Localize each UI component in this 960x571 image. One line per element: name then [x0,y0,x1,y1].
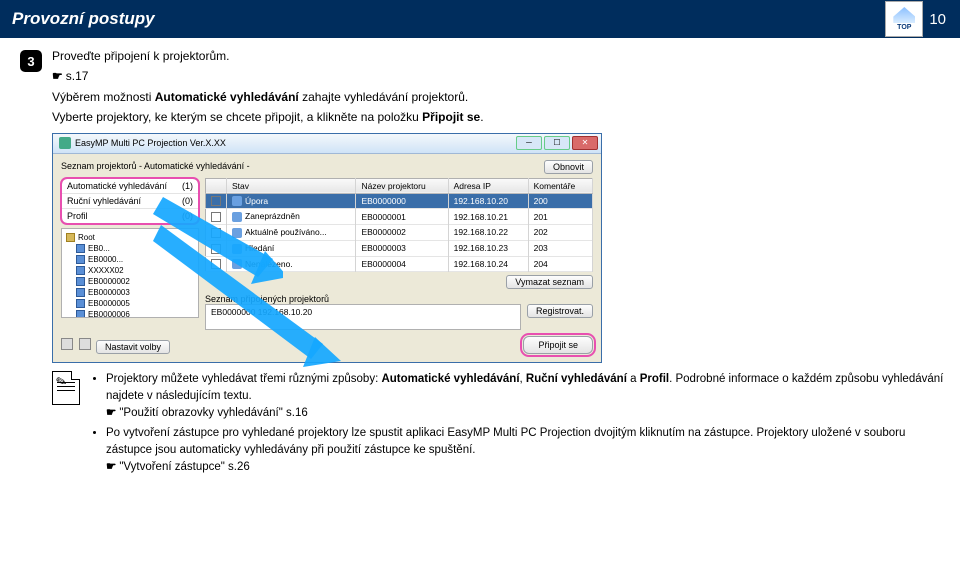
checkbox[interactable] [211,244,221,254]
ref-text-1[interactable]: s.17 [66,69,89,83]
table-row[interactable]: HledáníEB0000003192.168.10.23203 [206,240,593,256]
status-icon [232,259,242,269]
right-column: Stav Název projektoru Adresa IP Komentář… [205,178,593,331]
tree-item[interactable]: EB0000005 [66,298,194,309]
col-status[interactable]: Stav [227,178,356,193]
profile-tree[interactable]: Root EB0... EB0000... XXXXX02 EB0000002 … [61,228,199,318]
status-icon [232,244,242,254]
step-ref-1: ☛s.17 [52,68,944,85]
clear-list-button[interactable]: Vymazat seznam [506,275,593,289]
tree-item[interactable]: EB0000... [66,254,194,265]
status-icon [232,212,242,222]
close-button[interactable]: ✕ [572,136,598,150]
tree-root[interactable]: Root [66,232,194,243]
step-line-3: Vyberte projektory, ke kterým se chcete … [52,109,944,126]
note-bullet-2: Po vytvoření zástupce pro vyhledané proj… [106,425,944,475]
step-number-badge: 3 [20,50,42,72]
projector-table: Stav Název projektoru Adresa IP Komentář… [205,178,593,273]
search-mode-panel: Automatické vyhledávání(1) Ruční vyhledá… [61,178,199,224]
note-icon: ✎ [52,371,80,405]
search-mode-manual[interactable]: Ruční vyhledávání(0) [62,194,198,209]
tree-item[interactable]: EB0000006 [66,309,194,318]
step-line-1: Proveďte připojení k projektorům. [52,48,944,65]
joined-caption: Seznam připojených projektorů [205,294,593,304]
connect-button[interactable]: Připojit se [523,336,593,354]
tree-item[interactable]: XXXXX02 [66,265,194,276]
projector-icon [76,288,85,297]
projector-icon [76,255,85,264]
pointer-icon: ☛ [52,69,63,83]
projector-icon [76,266,85,275]
projector-icon [76,310,85,318]
refresh-button[interactable]: Obnovit [544,160,593,174]
status-icon [232,228,242,238]
projector-icon [76,277,85,286]
projector-list-caption: Seznam projektorů - Automatické vyhledáv… [61,161,250,171]
header-right: TOP 10 [885,1,950,37]
page-number: 10 [929,11,946,28]
col-name[interactable]: Název projektoru [356,178,448,193]
tool-icon[interactable] [79,338,91,350]
projector-icon [76,299,85,308]
note-body: Projektory můžete vyhledávat třemi různý… [90,371,944,479]
status-icon [232,196,242,206]
checkbox[interactable] [211,259,221,269]
step-line-2: Výběrem možnosti Automatické vyhledávání… [52,89,944,106]
note-bullet-1: Projektory můžete vyhledávat třemi různý… [106,371,944,421]
projector-icon [76,244,85,253]
checkbox[interactable] [211,196,221,206]
page-header: Provozní postupy TOP 10 [0,0,960,38]
content: 3 Proveďte připojení k projektorům. ☛s.1… [0,38,960,479]
tree-item[interactable]: EB0000002 [66,276,194,287]
joined-list[interactable]: EB0000000 192.168.10.20 [205,304,521,330]
window-title: EasyMP Multi PC Projection Ver.X.XX [75,138,226,148]
table-row[interactable]: ÚporaEB0000000192.168.10.20200 [206,193,593,209]
table-row[interactable]: Aktuálně používáno...EB0000002192.168.10… [206,225,593,241]
note-ref-1[interactable]: "Použití obrazovky vyhledávání" s.16 [119,407,307,419]
maximize-button[interactable]: ☐ [544,136,570,150]
col-check[interactable] [206,178,227,193]
options-button[interactable]: Nastavit volby [96,340,170,354]
step-body: Proveďte připojení k projektorům. ☛s.17 … [52,48,944,479]
table-row[interactable]: Nenalezeno.EB0000004192.168.10.24204 [206,256,593,272]
col-ip[interactable]: Adresa IP [448,178,528,193]
table-row[interactable]: ZaneprázdněnEB0000001192.168.10.21201 [206,209,593,225]
pointer-icon: ☛ [106,461,116,473]
left-column: Automatické vyhledávání(1) Ruční vyhledá… [61,178,199,331]
minimize-button[interactable]: ─ [516,136,542,150]
page-title: Provozní postupy [12,9,155,29]
tool-icon[interactable] [61,338,73,350]
folder-icon [66,233,75,242]
tree-item[interactable]: EB0000003 [66,287,194,298]
house-icon [893,7,915,23]
register-button[interactable]: Registrovat. [527,304,593,318]
logo-text: TOP [897,24,911,31]
search-mode-auto[interactable]: Automatické vyhledávání(1) [62,179,198,194]
window-titlebar: EasyMP Multi PC Projection Ver.X.XX ─ ☐ … [53,134,601,154]
checkbox[interactable] [211,212,221,222]
tree-item[interactable]: EB0... [66,243,194,254]
col-comment[interactable]: Komentáře [528,178,592,193]
pointer-icon: ☛ [106,407,116,419]
search-mode-profile[interactable]: Profil(0) [62,209,198,223]
app-window: EasyMP Multi PC Projection Ver.X.XX ─ ☐ … [52,133,602,364]
note-ref-2[interactable]: "Vytvoření zástupce" s.26 [119,461,249,473]
checkbox[interactable] [211,228,221,238]
window-body: Seznam projektorů - Automatické vyhledáv… [53,154,601,363]
logo: TOP [885,1,923,37]
app-icon [59,137,71,149]
bottom-left-tools: Nastavit volby [61,338,170,352]
note-box: ✎ Projektory můžete vyhledávat třemi růz… [52,371,944,479]
